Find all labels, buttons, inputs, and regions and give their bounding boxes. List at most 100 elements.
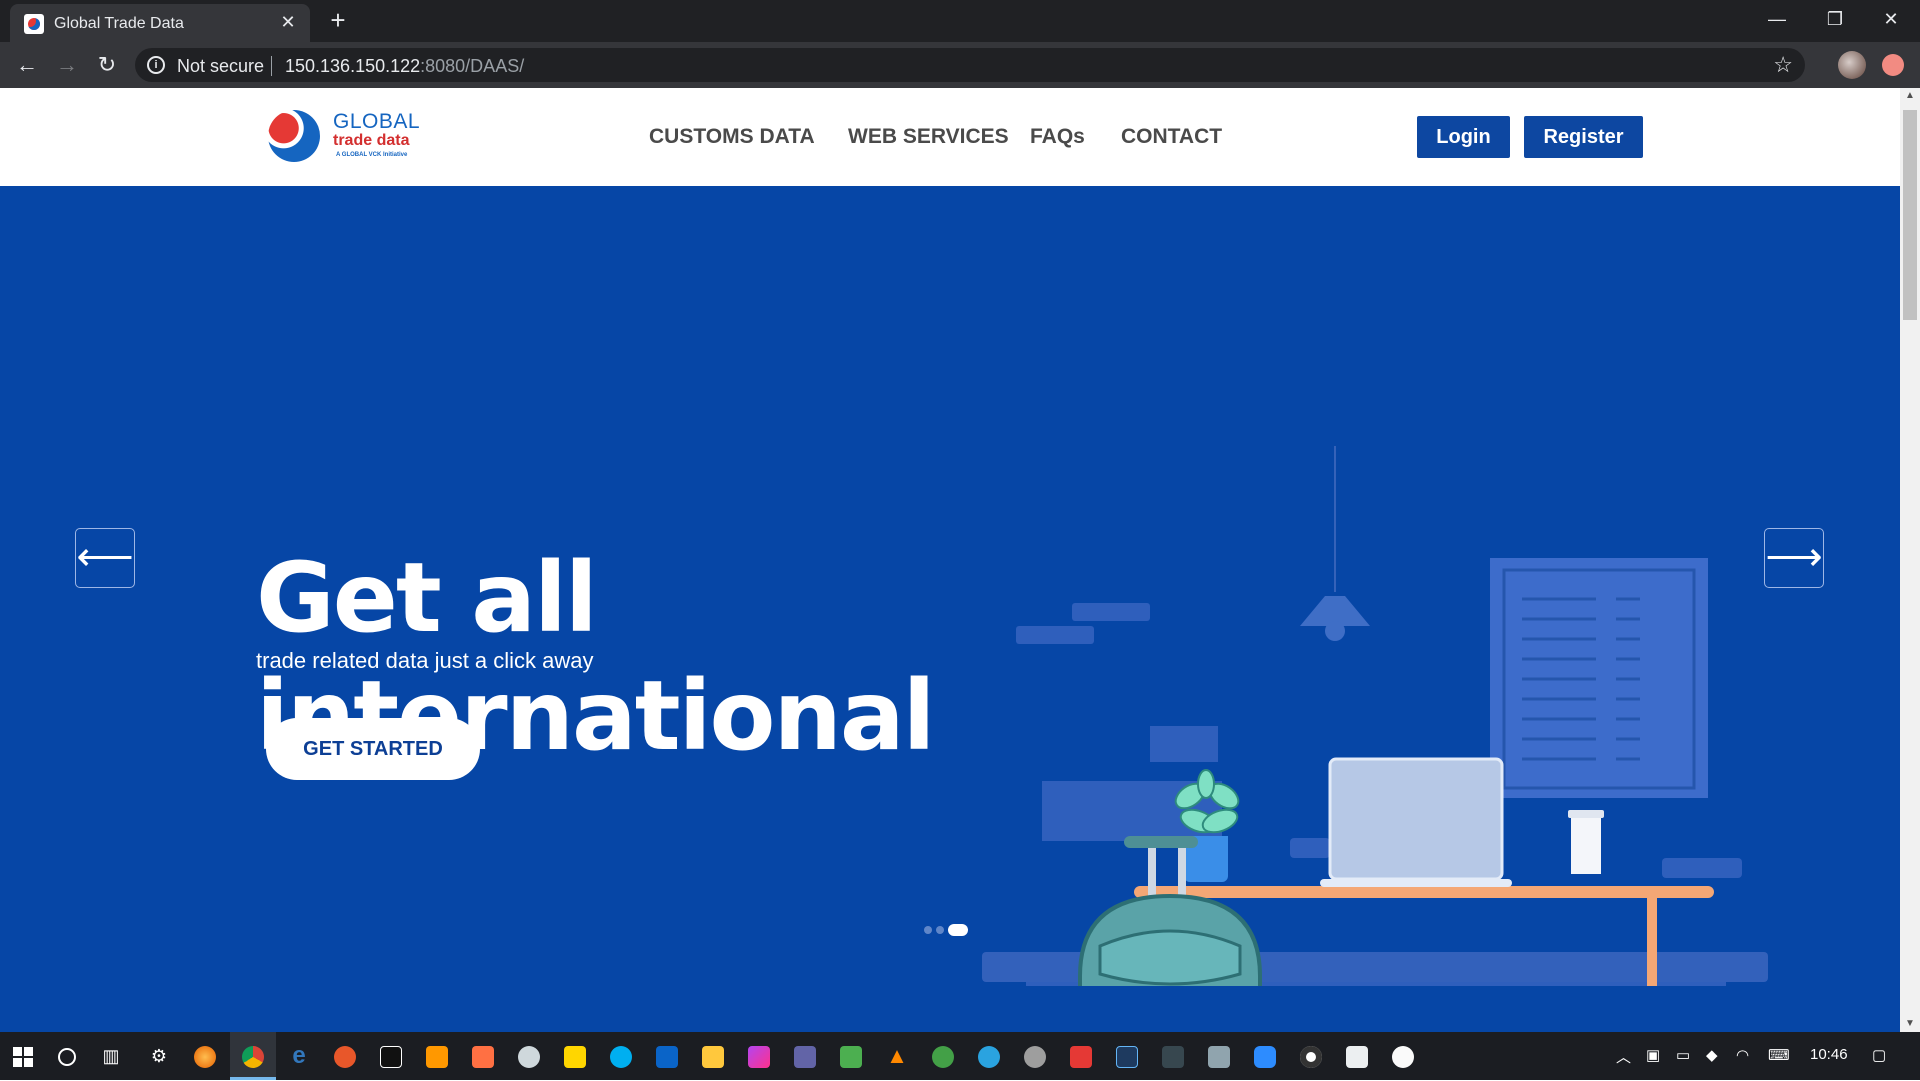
page-viewport: GLOBAL trade data A GLOBAL VCK Initiativ… [0,88,1920,1032]
tray-app-icon[interactable]: ▣ [1646,1046,1660,1064]
telegram-icon[interactable] [966,1032,1012,1080]
register-button[interactable]: Register [1524,116,1643,158]
security-shield-icon[interactable]: ◆ [1706,1046,1718,1064]
lamp-bulb [1325,621,1345,641]
window-close-button[interactable]: ✕ [1862,0,1920,40]
site-logo[interactable]: GLOBAL trade data A GLOBAL VCK Initiativ… [268,108,421,166]
profile-avatar[interactable] [1838,51,1866,79]
tab-title: Global Trade Data [54,15,184,32]
scrollbar-thumb[interactable] [1903,110,1917,320]
laptop-base [1320,879,1512,887]
browser-tab-bar: Global Trade Data ✕ + — ❐ ✕ [0,0,1920,42]
zoom-icon[interactable] [1242,1032,1288,1080]
shelf-box [1150,726,1218,762]
logo-line2: trade data [333,132,410,149]
skype-icon[interactable] [598,1032,644,1080]
info-icon[interactable]: i [147,56,165,74]
login-button[interactable]: Login [1417,116,1510,158]
window-restore-button[interactable]: ❐ [1806,0,1864,40]
tab-close-icon[interactable]: ✕ [276,10,300,34]
notifications-icon[interactable]: ▢ [1872,1046,1886,1064]
windows-start-icon[interactable] [0,1032,46,1080]
battery-icon[interactable]: ▭ [1676,1046,1690,1064]
laptop-screen [1328,757,1504,881]
divider [271,56,272,76]
coffee-cup [1571,816,1601,874]
app-icon-2[interactable] [368,1032,414,1080]
app-icon-10[interactable] [1150,1032,1196,1080]
app-icon-4[interactable] [506,1032,552,1080]
extension-icon[interactable] [1882,54,1904,76]
file-explorer-icon[interactable] [690,1032,736,1080]
page-scrollbar[interactable]: ▲ ▼ [1900,88,1920,1032]
app-icon-11[interactable] [1196,1032,1242,1080]
sticky-notes-icon[interactable] [552,1032,598,1080]
new-tab-button[interactable]: + [324,6,352,34]
app-icon-7[interactable] [1012,1032,1058,1080]
bookmark-star-icon[interactable]: ☆ [1773,52,1793,78]
teams-icon[interactable] [782,1032,828,1080]
wifi-icon[interactable]: ◠ [1736,1046,1749,1064]
keyboard-icon[interactable]: ⌨ [1768,1046,1790,1064]
nav-web-services[interactable]: WEB SERVICES [848,125,1009,149]
hero-headline-line1: Get all [256,542,598,654]
tray-overflow-icon[interactable]: ︿ [1616,1046,1631,1067]
globe-logo-icon [268,110,320,162]
app-icon-13[interactable] [1334,1032,1380,1080]
windows-taskbar: ▥ ⚙ e ▲ ︿ ▣ ▭ ◆ ◠ ⌨ 10:46 ▢ [0,1032,1920,1080]
site-favicon-icon [24,14,44,34]
backpack-handle-bar [1124,836,1198,848]
slider-dot[interactable] [924,926,932,934]
nav-faqs[interactable]: FAQs [1030,125,1085,149]
url-text[interactable]: 150.136.150.122:8080/DAAS/ [285,56,524,77]
app-icon-9[interactable] [1104,1032,1150,1080]
back-button[interactable]: ← [12,50,42,80]
backpack-top-pocket [1098,929,1242,986]
app-icon-14[interactable] [1380,1032,1426,1080]
window-minimize-button[interactable]: — [1748,0,1806,40]
logo-line3: A GLOBAL VCK Initiative [336,152,408,158]
browser-toolbar: ← → ↻ i Not secure 150.136.150.122:8080/… [0,42,1920,88]
office-illustration [982,446,1768,986]
desk-leg [1647,898,1657,986]
logo-line1: GLOBAL [333,110,421,133]
app-icon-8[interactable] [1058,1032,1104,1080]
phpstorm-icon[interactable] [736,1032,782,1080]
security-label[interactable]: Not secure [177,56,264,77]
shelf-item [1662,858,1742,878]
outlook-icon[interactable] [644,1032,690,1080]
firefox-icon[interactable] [182,1032,228,1080]
sublime-icon[interactable] [414,1032,460,1080]
wall-shelf [1016,626,1094,644]
task-view-icon[interactable]: ▥ [88,1032,134,1080]
slider-dot[interactable] [936,926,944,934]
app-icon-6[interactable] [920,1032,966,1080]
address-bar[interactable]: i Not secure 150.136.150.122:8080/DAAS/ … [135,48,1805,82]
cup-lid [1568,810,1604,818]
scroll-up-icon[interactable]: ▲ [1900,88,1920,104]
get-started-button[interactable]: GET STARTED [266,718,480,780]
slider-prev-arrow-icon[interactable]: ⟵ [75,528,135,588]
app-icon-12[interactable] [1288,1032,1334,1080]
wall-shelf [1072,603,1150,621]
settings-icon[interactable]: ⚙ [136,1032,182,1080]
slider-dot-active[interactable] [948,924,968,936]
hero-slider: Get all international trade related data… [0,186,1900,1032]
desk-top [1134,886,1714,898]
nav-contact[interactable]: CONTACT [1121,125,1222,149]
reload-button[interactable]: ↻ [92,50,122,80]
nav-customs-data[interactable]: CUSTOMS DATA [649,125,815,149]
vlc-icon[interactable]: ▲ [874,1032,920,1080]
forward-button[interactable]: → [52,50,82,80]
edge-icon[interactable]: e [276,1032,322,1080]
app-icon-3[interactable] [460,1032,506,1080]
scroll-down-icon[interactable]: ▼ [1900,1016,1920,1032]
cortana-icon[interactable] [44,1032,90,1080]
app-icon-1[interactable] [322,1032,368,1080]
app-icon-5[interactable] [828,1032,874,1080]
site-header: GLOBAL trade data A GLOBAL VCK Initiativ… [0,88,1900,186]
browser-tab[interactable]: Global Trade Data ✕ [10,4,310,42]
chrome-icon[interactable] [230,1032,276,1080]
taskbar-clock[interactable]: 10:46 [1810,1046,1848,1063]
slider-next-arrow-icon[interactable]: ⟶ [1764,528,1824,588]
